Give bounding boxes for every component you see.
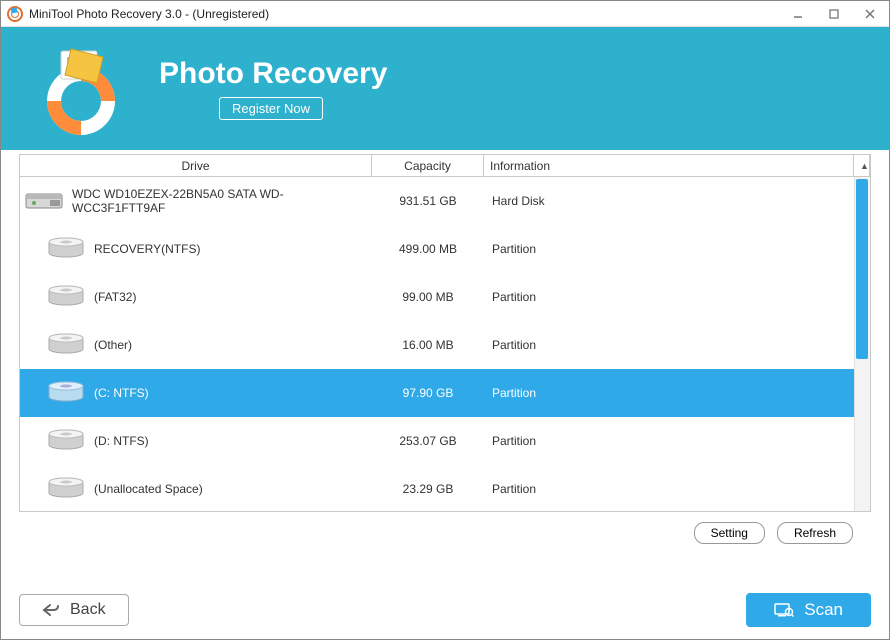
drive-capacity-cell: 253.07 GB <box>372 434 484 448</box>
partition-icon <box>24 429 94 454</box>
partition-icon <box>24 237 94 262</box>
content-area: Drive Capacity Information ▲ WDC WD10EZE… <box>1 154 889 544</box>
drive-capacity-cell: 931.51 GB <box>372 194 484 208</box>
partition-icon <box>24 333 94 358</box>
drive-info-cell: Partition <box>484 338 870 352</box>
drive-info-cell: Partition <box>484 290 870 304</box>
drive-name-label: WDC WD10EZEX-22BN5A0 SATA WD-WCC3F1FTT9A… <box>72 187 332 216</box>
drive-name-label: RECOVERY(NTFS) <box>94 242 200 256</box>
drive-grid: Drive Capacity Information ▲ WDC WD10EZE… <box>19 154 871 512</box>
drive-name-cell: (FAT32) <box>20 285 372 310</box>
col-header-info[interactable]: Information <box>484 155 854 176</box>
footer: Back Scan <box>19 593 871 627</box>
drive-row[interactable]: WDC WD10EZEX-22BN5A0 SATA WD-WCC3F1FTT9A… <box>20 177 870 225</box>
refresh-button[interactable]: Refresh <box>777 522 853 544</box>
header: Photo Recovery Register Now <box>1 27 889 150</box>
scrollbar-track[interactable] <box>854 177 870 511</box>
grid-body: WDC WD10EZEX-22BN5A0 SATA WD-WCC3F1FTT9A… <box>20 177 870 511</box>
drive-capacity-cell: 99.00 MB <box>372 290 484 304</box>
drive-row[interactable]: (C: NTFS) 97.90 GBPartition <box>20 369 870 417</box>
partition-icon <box>24 285 94 310</box>
app-icon <box>7 6 23 22</box>
col-header-drive[interactable]: Drive <box>20 155 372 176</box>
drive-row[interactable]: (D: NTFS) 253.07 GBPartition <box>20 417 870 465</box>
back-button[interactable]: Back <box>19 594 129 626</box>
drive-name-label: (C: NTFS) <box>94 386 149 400</box>
back-arrow-icon <box>42 603 60 617</box>
drive-name-cell: (Unallocated Space) <box>20 477 372 502</box>
drive-row[interactable]: RECOVERY(NTFS) 499.00 MBPartition <box>20 225 870 273</box>
setting-button[interactable]: Setting <box>694 522 765 544</box>
drive-row[interactable]: (Other) 16.00 MBPartition <box>20 321 870 369</box>
chevron-up-icon: ▲ <box>860 161 869 171</box>
drive-name-cell: (Other) <box>20 333 372 358</box>
drive-capacity-cell: 16.00 MB <box>372 338 484 352</box>
scan-button[interactable]: Scan <box>746 593 871 627</box>
back-button-label: Back <box>70 601 106 619</box>
drive-info-cell: Partition <box>484 242 870 256</box>
drive-info-cell: Hard Disk <box>484 194 870 208</box>
minimize-button[interactable] <box>785 4 811 24</box>
drive-capacity-cell: 499.00 MB <box>372 242 484 256</box>
maximize-button[interactable] <box>821 4 847 24</box>
drive-capacity-cell: 23.29 GB <box>372 482 484 496</box>
drive-name-label: (Unallocated Space) <box>94 482 203 496</box>
hard-disk-icon <box>24 188 72 215</box>
list-buttons: Setting Refresh <box>19 512 871 544</box>
scrollbar-thumb[interactable] <box>856 179 868 359</box>
partition-icon <box>24 381 94 406</box>
close-button[interactable] <box>857 4 883 24</box>
app-window: MiniTool Photo Recovery 3.0 - (Unregiste… <box>0 0 890 640</box>
drive-name-label: (Other) <box>94 338 132 352</box>
titlebar: MiniTool Photo Recovery 3.0 - (Unregiste… <box>1 1 889 27</box>
drive-name-cell: (D: NTFS) <box>20 429 372 454</box>
register-button[interactable]: Register Now <box>219 97 323 120</box>
lifebuoy-icon <box>31 39 131 139</box>
drive-capacity-cell: 97.90 GB <box>372 386 484 400</box>
scan-button-label: Scan <box>804 600 843 620</box>
drive-name-label: (FAT32) <box>94 290 136 304</box>
partition-icon <box>24 477 94 502</box>
window-title: MiniTool Photo Recovery 3.0 - (Unregiste… <box>29 7 785 21</box>
app-title: Photo Recovery <box>159 57 387 91</box>
window-controls <box>785 4 883 24</box>
drive-row[interactable]: (Unallocated Space) 23.29 GBPartition <box>20 465 870 511</box>
drive-name-label: (D: NTFS) <box>94 434 149 448</box>
drive-name-cell: RECOVERY(NTFS) <box>20 237 372 262</box>
drive-info-cell: Partition <box>484 434 870 448</box>
drive-name-cell: (C: NTFS) <box>20 381 372 406</box>
drive-info-cell: Partition <box>484 386 870 400</box>
scroll-up-button[interactable]: ▲ <box>854 155 870 176</box>
drive-info-cell: Partition <box>484 482 870 496</box>
drive-row[interactable]: (FAT32) 99.00 MBPartition <box>20 273 870 321</box>
grid-header: Drive Capacity Information ▲ <box>20 155 870 177</box>
col-header-capacity[interactable]: Capacity <box>372 155 484 176</box>
scan-icon <box>774 602 794 618</box>
drive-name-cell: WDC WD10EZEX-22BN5A0 SATA WD-WCC3F1FTT9A… <box>20 187 372 216</box>
